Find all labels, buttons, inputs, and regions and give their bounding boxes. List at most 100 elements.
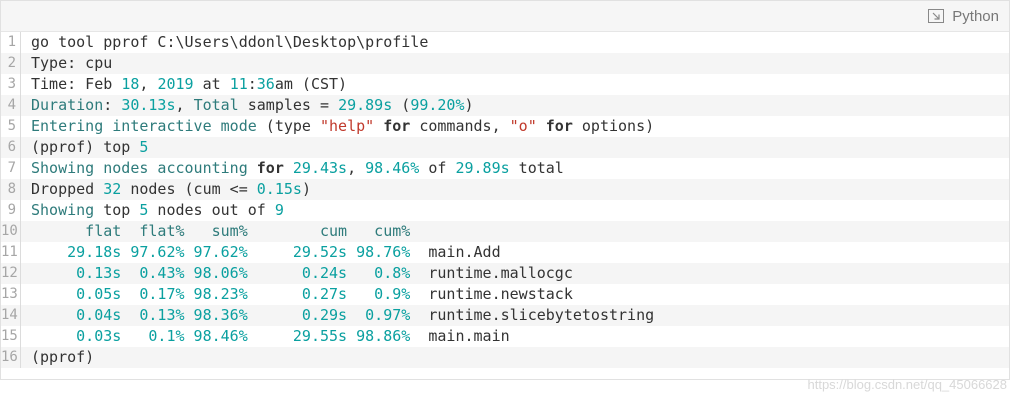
expand-icon[interactable] [928,9,945,23]
line-number: 8 [1,179,21,200]
code-token: Showing nodes accounting [31,159,257,177]
code-line: 16 (pprof) [1,347,1009,368]
line-number: 16 [1,347,21,368]
code-token: Dropped [31,180,104,198]
code-text: go tool pprof C:\Users\ddonl\Desktop\pro… [31,32,428,53]
code-text: (pprof) [31,347,94,368]
code-token: , [175,96,194,114]
code-token: 0.04s [31,306,122,324]
code-line: 7 Showing nodes accounting for 29.43s, 98… [1,158,1009,179]
code-token: nodes (cum <= [121,180,257,198]
code-token: (pprof) [31,348,95,366]
code-token: Duration [31,96,104,114]
code-lines: 1 go tool pprof C:\Users\ddonl\Desktop\pr… [1,32,1009,368]
code-token: go tool pprof C:\Users\ddonl\Desktop\pro… [31,33,429,51]
language-label: Python [952,7,999,25]
code-token: commands, [410,117,510,135]
code-token: 29.18s [31,243,122,261]
code-token: total [509,159,564,177]
code-token: 9 [274,201,284,219]
watermark-text: https://blog.csdn.net/qq_45066628 [807,377,1008,392]
code-token: , [139,75,158,93]
code-token: 97.62% [121,243,185,261]
code-line: 1 go tool pprof C:\Users\ddonl\Desktop\pr… [1,32,1009,53]
code-text: Time: Feb 18, 2019 at 11:36am (CST) [31,74,347,95]
code-text: Showing nodes accounting for 29.43s, 98.… [31,158,564,179]
language-button[interactable]: Python [928,6,999,26]
code-line: 15 0.03s 0.1% 98.46% 29.55s 98.86% main.… [1,326,1009,347]
code-token: 2019 [157,75,194,93]
code-token: 98.86% [347,327,411,345]
line-number: 7 [1,158,21,179]
code-token: 0.9% [347,285,411,303]
code-token: options) [572,117,655,135]
code-token: : [247,75,257,93]
code-toolbar: Python [1,1,1009,32]
code-token: 0.03s [31,327,122,345]
code-text: 0.04s 0.13% 98.36% 0.29s 0.97% runtime.s… [31,305,654,326]
code-text: flat flat% sum% cum cum% [31,221,410,242]
code-token: 0.15s [256,180,302,198]
line-number: 13 [1,284,21,305]
code-text: 0.05s 0.17% 98.23% 0.27s 0.9% runtime.ne… [31,284,573,305]
code-token: 29.43s [292,159,348,177]
code-token: 97.62% [184,243,248,261]
code-token: samples = [238,96,339,114]
code-token: 98.36% [184,306,248,324]
code-token: 18 [121,75,140,93]
code-token: Total [193,96,239,114]
code-block: Python 1 go tool pprof C:\Users\ddonl\Des… [0,0,1010,380]
code-token: 0.05s [31,285,122,303]
code-token: am (CST) [274,75,348,93]
code-text: Dropped 32 nodes (cum <= 0.15s) [31,179,311,200]
code-token: Time: Feb [31,75,122,93]
code-line: 9 Showing top 5 nodes out of 9 [1,200,1009,221]
code-token: ) [301,180,311,198]
code-token: (pprof) top [31,138,140,156]
code-token: 0.17% [121,285,185,303]
line-number: 2 [1,53,21,74]
code-token: 0.13s [31,264,122,282]
code-text: Showing top 5 nodes out of 9 [31,200,284,221]
code-token: runtime.slicebytetostring [410,306,655,324]
code-line: 3 Time: Feb 18, 2019 at 11:36am (CST) [1,74,1009,95]
line-number: 5 [1,116,21,137]
code-line: 14 0.04s 0.13% 98.36% 0.29s 0.97% runtim… [1,305,1009,326]
code-token: of [419,159,456,177]
code-token: 0.13% [121,306,185,324]
code-token: for [256,159,284,177]
line-number: 6 [1,137,21,158]
code-token: 30.13s [121,96,176,114]
code-token: 98.46% [365,159,420,177]
code-token: 0.97% [347,306,411,324]
code-token: 99.20% [410,96,465,114]
code-token: 29.52s [247,243,348,261]
code-token: 5 [139,138,149,156]
code-token: runtime.newstack [410,285,573,303]
code-token: nodes out of [148,201,275,219]
code-token: main.Add [410,243,501,261]
line-number: 14 [1,305,21,326]
code-token: 29.55s [247,327,348,345]
code-line: 4 Duration: 30.13s, Total samples = 29.89… [1,95,1009,116]
code-token: at [193,75,230,93]
code-text: 29.18s 97.62% 97.62% 29.52s 98.76% main.… [31,242,501,263]
line-number: 15 [1,326,21,347]
code-token: for [383,117,411,135]
code-token: Showing [31,201,95,219]
code-token: 98.76% [347,243,411,261]
code-token: 0.1% [121,327,185,345]
code-token: for [545,117,573,135]
code-token: : [103,96,122,114]
code-token: 98.46% [184,327,248,345]
code-token: ) [464,96,474,114]
code-token: 29.89s [455,159,510,177]
code-line: 2 Type: cpu [1,53,1009,74]
line-number: 4 [1,95,21,116]
line-number: 3 [1,74,21,95]
code-token: , [347,159,366,177]
code-text: Entering interactive mode (type "help" f… [31,116,654,137]
code-token: ( [392,96,411,114]
